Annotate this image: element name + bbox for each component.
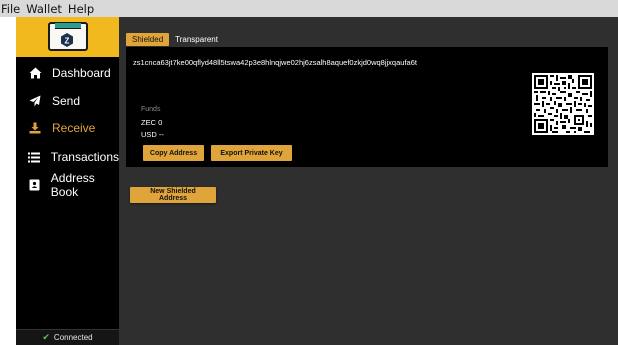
app-body: Z Dashboard Send Receive Transactions Ad… [16, 17, 618, 345]
app-window: File Wallet Help Z Dashboard Send Receiv… [0, 0, 618, 345]
usd-balance: USD -- [141, 130, 164, 139]
sidebar-item-dashboard[interactable]: Dashboard [28, 62, 119, 84]
sidebar-item-transactions[interactable]: Transactions [28, 146, 119, 168]
sidebar-item-label: Send [52, 94, 81, 108]
list-icon [28, 150, 41, 164]
logo: Z [16, 17, 119, 57]
address-text[interactable]: zs1cnca63jt7ke00qflyd48ll5tswa42p3e8hlnq… [133, 58, 417, 67]
funds-label: Funds [141, 106, 161, 113]
menu-help[interactable]: Help [68, 2, 94, 16]
tab-shielded[interactable]: Shielded [126, 33, 170, 46]
address-panel: zs1cnca63jt7ke00qflyd48ll5tswa42p3e8hlnq… [126, 47, 608, 167]
tab-transparent[interactable]: Transparent [169, 33, 224, 46]
sidebar-item-label: Address Book [50, 171, 95, 199]
wallet-logo-icon: Z [48, 22, 88, 51]
sidebar-item-receive[interactable]: Receive [28, 117, 119, 139]
sidebar-item-label: Transactions [50, 150, 119, 164]
download-icon [28, 121, 42, 135]
connection-status-label: Connected [53, 333, 93, 342]
copy-address-button[interactable]: Copy Address [143, 145, 204, 161]
address-type-tabs: Shielded Transparent [126, 33, 224, 47]
sidebar-item-address-book[interactable]: Address Book [28, 171, 119, 199]
sidebar-item-label: Receive [52, 121, 96, 135]
home-icon [28, 66, 42, 80]
connection-status: ✔ Connected [16, 329, 119, 345]
address-book-icon [28, 178, 41, 192]
zec-balance: ZEC 0 [141, 118, 163, 127]
menu-wallet[interactable]: Wallet [26, 2, 62, 16]
svg-text:Z: Z [65, 37, 70, 46]
export-private-key-button[interactable]: Export Private Key [211, 145, 292, 161]
check-icon: ✔ [42, 332, 50, 342]
menu-bar: File Wallet Help [0, 0, 618, 17]
menu-file[interactable]: File [1, 2, 20, 16]
sidebar-item-send[interactable]: Send [28, 90, 119, 112]
send-icon [28, 94, 42, 108]
qr-code-image [532, 73, 594, 135]
sidebar-item-label: Dashboard [52, 66, 111, 80]
new-shielded-address-button[interactable]: New Shielded Address [130, 187, 216, 203]
sidebar: Z Dashboard Send Receive Transactions Ad… [16, 17, 119, 345]
